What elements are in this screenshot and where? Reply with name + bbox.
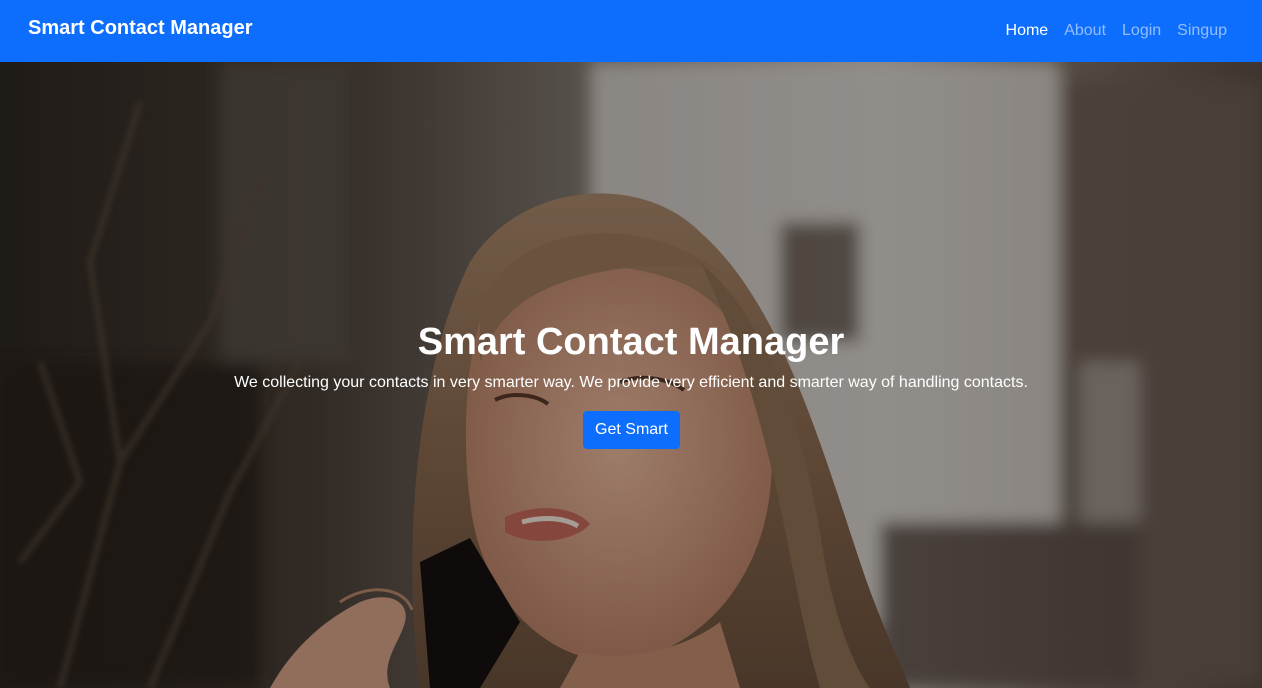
brand-link[interactable]: Smart Contact Manager <box>28 17 253 40</box>
nav-link-home[interactable]: Home <box>1006 22 1049 40</box>
hero-title: Smart Contact Manager <box>417 321 845 363</box>
nav-link-signup[interactable]: Singup <box>1177 22 1227 40</box>
nav-links: Home About Login Singup <box>1006 22 1227 40</box>
top-navbar: Smart Contact Manager Home About Login S… <box>0 0 1262 62</box>
hero-section: Smart Contact Manager We collecting your… <box>0 62 1262 688</box>
nav-link-about[interactable]: About <box>1064 22 1106 40</box>
hero-subtitle: We collecting your contacts in very smar… <box>234 374 1028 391</box>
nav-link-login[interactable]: Login <box>1122 22 1161 40</box>
hero-content: Smart Contact Manager We collecting your… <box>0 62 1262 688</box>
get-smart-button[interactable]: Get Smart <box>583 411 680 449</box>
